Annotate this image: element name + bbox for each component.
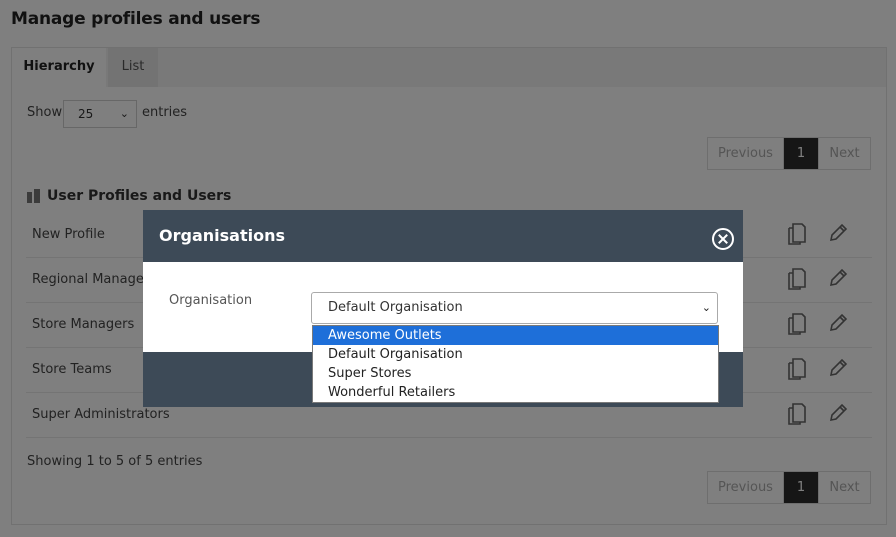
modal-title: Organisations	[159, 226, 285, 245]
dropdown-option[interactable]: Awesome Outlets	[313, 326, 718, 345]
organisation-select-value: Default Organisation	[328, 300, 463, 315]
close-icon[interactable]	[712, 228, 734, 250]
modal-header: Organisations	[143, 210, 743, 262]
organisation-label: Organisation	[169, 293, 253, 308]
organisation-select[interactable]: Default Organisation ⌄	[311, 292, 718, 324]
dropdown-option[interactable]: Super Stores	[313, 364, 718, 383]
dropdown-option[interactable]: Default Organisation	[313, 345, 718, 364]
dropdown-option[interactable]: Wonderful Retailers	[313, 383, 718, 402]
organisation-dropdown-list: Awesome Outlets Default Organisation Sup…	[312, 325, 719, 403]
chevron-down-icon: ⌄	[701, 301, 711, 314]
